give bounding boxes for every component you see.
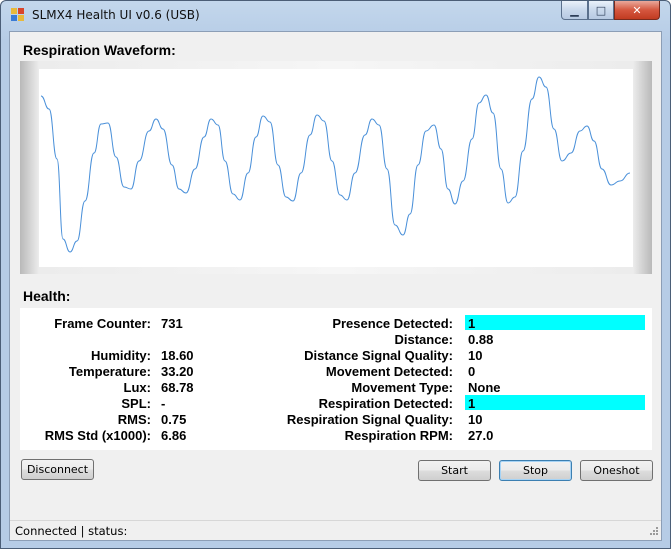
rms-std-value: 6.86 xyxy=(161,428,187,443)
frame-counter-label: Frame Counter: xyxy=(54,316,151,331)
waveform-plot-area xyxy=(39,69,633,267)
close-button[interactable]: ✕ xyxy=(614,1,660,20)
rms-std-label: RMS Std (x1000): xyxy=(44,428,151,443)
spl-value: - xyxy=(161,396,166,411)
rms-label: RMS: xyxy=(117,412,151,427)
title-bar[interactable]: SLMX4 Health UI v0.6 (USB) ▁ □ ✕ xyxy=(1,1,670,31)
rms-value: 0.75 xyxy=(161,412,187,427)
stop-button[interactable]: Stop xyxy=(499,460,572,481)
respiration-rpm-label: Respiration RPM: xyxy=(344,428,453,443)
minimize-icon: ▁ xyxy=(570,3,579,17)
presence-highlight xyxy=(465,315,645,330)
distance-value: 0.88 xyxy=(468,332,494,347)
presence-detected-label: Presence Detected: xyxy=(332,316,453,331)
waveform-panel xyxy=(20,61,652,274)
respiration-highlight xyxy=(465,395,645,410)
waveform-svg xyxy=(40,76,631,253)
lux-label: Lux: xyxy=(123,380,151,395)
movement-type-label: Movement Type: xyxy=(351,380,453,395)
respiration-quality-label: Respiration Signal Quality: xyxy=(286,412,453,427)
waveform-section-label: Respiration Waveform: xyxy=(23,42,176,58)
respiration-detected-label: Respiration Detected: xyxy=(318,396,453,411)
lux-value: 68.78 xyxy=(161,380,194,395)
movement-detected-label: Movement Detected: xyxy=(325,364,453,379)
start-button[interactable]: Start xyxy=(418,460,491,481)
resize-grip-icon[interactable] xyxy=(647,526,659,538)
temperature-label: Temperature: xyxy=(68,364,151,379)
temperature-value: 33.20 xyxy=(161,364,194,379)
client-area: Respiration Waveform: Health: Frame Coun… xyxy=(9,31,662,541)
disconnect-button[interactable]: Disconnect xyxy=(21,459,94,480)
presence-detected-value: 1 xyxy=(465,315,645,331)
minimize-button[interactable]: ▁ xyxy=(561,1,588,20)
spl-label: SPL: xyxy=(121,396,151,411)
maximize-icon: □ xyxy=(595,3,607,17)
health-section-label: Health: xyxy=(23,288,71,304)
app-squares-icon xyxy=(11,8,25,22)
app-window: SLMX4 Health UI v0.6 (USB) ▁ □ ✕ Respira… xyxy=(0,0,671,549)
movement-detected-value: 0 xyxy=(468,364,476,379)
status-text: Connected | status: xyxy=(15,524,128,538)
respiration-detected-text: 1 xyxy=(468,396,476,411)
humidity-value: 18.60 xyxy=(161,348,194,363)
respiration-waveform-line xyxy=(40,76,631,253)
oneshot-button[interactable]: Oneshot xyxy=(580,460,653,481)
distance-quality-label: Distance Signal Quality: xyxy=(304,348,453,363)
distance-label: Distance: xyxy=(394,332,453,347)
maximize-button[interactable]: □ xyxy=(588,1,614,20)
window-title: SLMX4 Health UI v0.6 (USB) xyxy=(32,8,200,22)
frame-counter-value: 731 xyxy=(161,316,183,331)
respiration-detected-value: 1 xyxy=(465,395,645,411)
close-icon: ✕ xyxy=(632,3,642,17)
health-panel: Frame Counter: 731 Humidity: 18.60 Tempe… xyxy=(20,308,652,450)
respiration-rpm-value: 27.0 xyxy=(468,428,494,443)
movement-type-value: None xyxy=(468,380,501,395)
humidity-label: Humidity: xyxy=(91,348,151,363)
presence-detected-text: 1 xyxy=(468,316,476,331)
status-bar: Connected | status: xyxy=(10,520,661,540)
respiration-quality-value: 10 xyxy=(468,412,483,427)
distance-quality-value: 10 xyxy=(468,348,483,363)
